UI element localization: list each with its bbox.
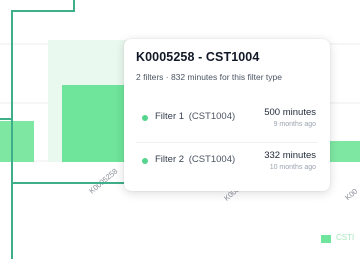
filter-label: Filter 2 (CST1004) [155, 154, 236, 165]
tooltip-summary: 2 filters · 832 minutes for this filter … [136, 72, 282, 82]
x-tick-label: K00 [343, 187, 359, 202]
bar[interactable] [330, 141, 360, 162]
filter-minutes: 332 minutes [264, 150, 316, 161]
filter-time-ago: 10 months ago [269, 164, 316, 171]
outline-line [11, 10, 75, 12]
tooltip-divider [136, 142, 318, 143]
tooltip-title: K0005258 - CST1004 [136, 50, 260, 64]
bar[interactable] [0, 121, 34, 162]
filter-time-ago: 9 months ago [273, 121, 316, 128]
filter-minutes: 500 minutes [264, 107, 316, 118]
outline-line [11, 182, 126, 184]
filter-label: Filter 1 (CST1004) [155, 111, 236, 122]
legend-label: CSTI [336, 233, 355, 242]
outline-line [0, 118, 13, 120]
outline-line [11, 10, 13, 259]
bar[interactable] [62, 85, 128, 162]
chart-tooltip: K0005258 - CST1004 2 filters · 832 minut… [124, 39, 330, 191]
tooltip-row-filter-2: Filter 2 (CST1004) 332 minutes 10 months… [142, 150, 316, 176]
legend-swatch [321, 235, 331, 243]
series-dot-icon [142, 158, 148, 164]
series-dot-icon [142, 115, 148, 121]
tooltip-row-filter-1: Filter 1 (CST1004) 500 minutes 9 months … [142, 107, 316, 133]
